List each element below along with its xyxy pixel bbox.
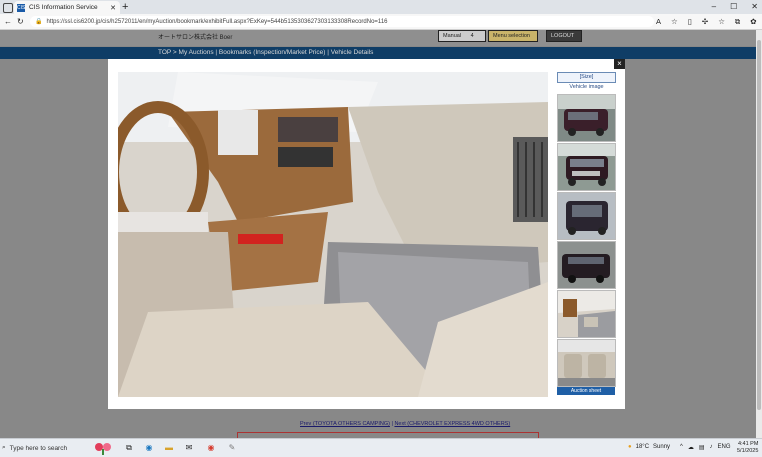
network-icon[interactable]: ▤ xyxy=(699,444,705,451)
minimize-icon[interactable]: – xyxy=(712,0,716,14)
new-tab-button[interactable]: + xyxy=(122,0,128,14)
back-icon[interactable]: ← xyxy=(4,17,12,26)
copilot-icon[interactable]: ✿ xyxy=(750,17,756,27)
cis-favicon-icon: CIS xyxy=(17,3,26,12)
breadcrumb[interactable]: TOP > My Auctions | Bookmarks (Inspectio… xyxy=(158,48,373,58)
clock-time: 4:41 PM xyxy=(737,441,759,447)
manual-label: Manual xyxy=(443,33,462,39)
collections-icon[interactable]: ⧉ xyxy=(735,17,740,27)
url-text: https://ssl.cis6200.jp/cis/h2572011/en/m… xyxy=(46,18,388,25)
clock[interactable]: 4:41 PM 5/1/2025 xyxy=(737,441,758,455)
menu-selection-button[interactable]: Menu selection xyxy=(488,30,538,42)
windows-taskbar: ⌕ Type here to search ⧉ ◉ ▬ ✉ ◉ ✎ ● 18°C… xyxy=(0,438,762,457)
window-controls: – ☐ ✕ xyxy=(712,0,758,14)
extensions-icon[interactable]: ✣ xyxy=(702,17,708,27)
task-view-icon[interactable]: ⧉ xyxy=(123,442,135,454)
show-hidden-icon[interactable]: ^ xyxy=(680,444,683,451)
search-icon: ⌕ xyxy=(2,444,6,451)
thumbnail-6[interactable] xyxy=(557,339,616,387)
favorite-star-icon[interactable]: ☆ xyxy=(671,17,678,27)
search-placeholder: Type here to search xyxy=(9,444,68,452)
thumbnail-5[interactable] xyxy=(557,290,616,338)
refresh-icon[interactable]: ↻ xyxy=(17,17,24,26)
toolbar-icons: A ☆ ▯ ✣ ☆ ⧉ ✿ ● … xyxy=(656,17,762,27)
lock-icon: 🔒 xyxy=(35,19,43,25)
thumbnail-4[interactable] xyxy=(557,241,616,289)
paint-icon[interactable]: ✎ xyxy=(226,442,238,454)
header-buttons: Manual 4 Menu selection LOGOUT xyxy=(438,30,582,42)
browser-tab-bar: CIS CIS Information Service ✕ + – ☐ ✕ xyxy=(0,0,762,14)
chrome-icon[interactable]: ◉ xyxy=(205,442,217,454)
sun-icon: ● xyxy=(628,444,632,450)
close-window-icon[interactable]: ✕ xyxy=(751,0,758,14)
clock-date: 5/1/2025 xyxy=(737,448,759,454)
file-explorer-icon[interactable]: ▬ xyxy=(163,442,175,454)
language-indicator[interactable]: ENG xyxy=(718,444,731,451)
temperature: 18°C xyxy=(635,444,650,450)
thumbnail-2[interactable] xyxy=(557,143,616,191)
manual-number: 4 xyxy=(470,33,474,39)
split-screen-icon[interactable]: ▯ xyxy=(688,17,692,27)
auction-sheet-button[interactable]: Auction sheet xyxy=(557,387,615,395)
manual-button[interactable]: Manual 4 xyxy=(438,30,486,42)
modal-close-button[interactable]: × xyxy=(614,59,625,69)
close-tab-icon[interactable]: ✕ xyxy=(110,4,116,12)
size-button[interactable]: [Size] xyxy=(557,72,616,83)
flower-widget-icon[interactable] xyxy=(92,441,114,455)
edge-icon[interactable]: ◉ xyxy=(143,442,155,454)
main-vehicle-photo xyxy=(118,72,548,397)
thumbnail-1[interactable] xyxy=(557,94,616,142)
favorites-icon[interactable]: ☆ xyxy=(718,17,725,27)
mail-icon[interactable]: ✉ xyxy=(183,442,195,454)
tab-actions-icon[interactable] xyxy=(3,3,13,13)
scrollbar-thumb[interactable] xyxy=(757,40,761,410)
address-bar[interactable]: 🔒 https://ssl.cis6200.jp/cis/h2572011/en… xyxy=(30,16,654,27)
browser-tab[interactable]: CIS CIS Information Service ✕ xyxy=(14,1,120,14)
next-link[interactable]: Next (CHEVROLET EXPRESS 4WD OTHERS) xyxy=(394,421,510,427)
thumbnail-3[interactable] xyxy=(557,192,616,240)
cloud-icon[interactable]: ☁ xyxy=(688,444,694,451)
logout-button[interactable]: LOGOUT xyxy=(546,30,582,42)
volume-icon[interactable]: ♪ xyxy=(710,444,713,451)
tab-title: CIS Information Service xyxy=(29,4,98,11)
nav-stripe xyxy=(0,47,756,59)
prev-next-nav: Prev (TOYOTA OTHERS CAMPING) | Next (CHE… xyxy=(300,421,511,427)
weather-widget[interactable]: ● 18°C Sunny xyxy=(628,444,670,450)
system-tray: ^ ☁ ▤ ♪ ENG xyxy=(680,444,731,451)
maximize-icon[interactable]: ☐ xyxy=(730,0,737,14)
address-bar-row: ← ↻ 🔒 https://ssl.cis6200.jp/cis/h257201… xyxy=(0,14,762,30)
company-name: オートサロン株式会社 Boer xyxy=(158,35,233,41)
prev-link[interactable]: Prev (TOYOTA OTHERS CAMPING) xyxy=(300,421,390,427)
page-scrollbar[interactable] xyxy=(756,30,762,438)
vehicle-image-label: Vehicle image xyxy=(569,84,604,90)
weather-condition: Sunny xyxy=(653,444,671,450)
read-aloud-icon[interactable]: A xyxy=(656,17,661,27)
page-header xyxy=(0,30,756,46)
